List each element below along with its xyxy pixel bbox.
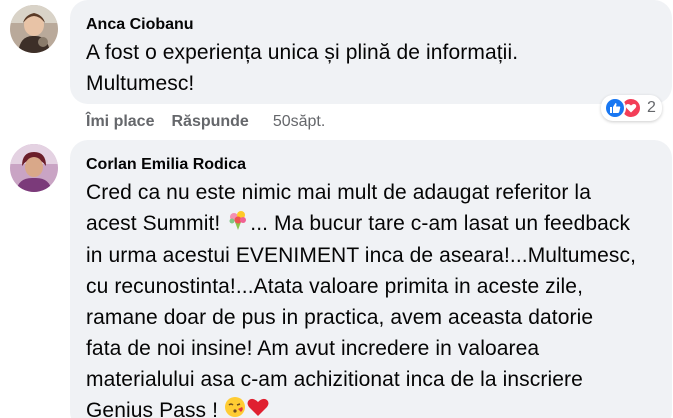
like-button[interactable]: Îmi place bbox=[86, 113, 154, 131]
comment-text-line: acest Summit! ... Ma bucur tare c-am las… bbox=[86, 208, 656, 240]
comment-text-line: fata de noi insine! Am avut incredere in… bbox=[86, 336, 540, 360]
comment-text-line: ramane doar de pus in practica, avem ace… bbox=[86, 305, 594, 329]
comment-text-line: materialului asa c-am achizitionat inca … bbox=[86, 367, 583, 391]
reply-button[interactable]: Răspunde bbox=[171, 113, 248, 131]
like-icon bbox=[604, 97, 626, 119]
red-heart-emoji bbox=[246, 396, 270, 418]
comment-text-line: in urma acestui EVENIMENT inca de aseara… bbox=[86, 243, 637, 267]
avatar-anca[interactable] bbox=[10, 5, 58, 53]
kissing-face-emoji bbox=[224, 396, 246, 418]
comment-text-segment: Genius Pass ! bbox=[86, 398, 219, 418]
comment-author[interactable]: Corlan Emilia Rodica bbox=[86, 155, 656, 175]
reaction-count: 2 bbox=[647, 99, 656, 116]
avatar-corlan[interactable] bbox=[10, 144, 58, 192]
bouquet-emoji bbox=[226, 209, 250, 240]
comment-text-segment: acest Summit! bbox=[86, 212, 221, 235]
comment-text-segment: ... Ma bucur tare c-am lasat un feedback bbox=[250, 212, 631, 235]
comment-text-line: cu recunostinta!...Atata valoare primita… bbox=[86, 274, 584, 298]
reactions-summary[interactable]: 2 bbox=[601, 95, 662, 121]
comment-timestamp[interactable]: 50săpt. bbox=[273, 113, 325, 131]
comment-bubble: Corlan Emilia Rodica Cred ca nu este nim… bbox=[70, 140, 672, 418]
comment-text-line: A fost o experiența unica și plină de in… bbox=[86, 41, 519, 64]
comment-text-line: Multumesc! bbox=[86, 72, 195, 95]
comment-author[interactable]: Anca Ciobanu bbox=[86, 15, 656, 35]
comment-text-line: Genius Pass ! bbox=[86, 395, 656, 418]
comment-bubble: Anca Ciobanu A fost o experiența unica ș… bbox=[70, 0, 672, 104]
comment-text-line: Cred ca nu este nimic mai mult de adauga… bbox=[86, 181, 591, 204]
comment-actions: Îmi place Răspunde 50săpt. bbox=[86, 113, 325, 131]
